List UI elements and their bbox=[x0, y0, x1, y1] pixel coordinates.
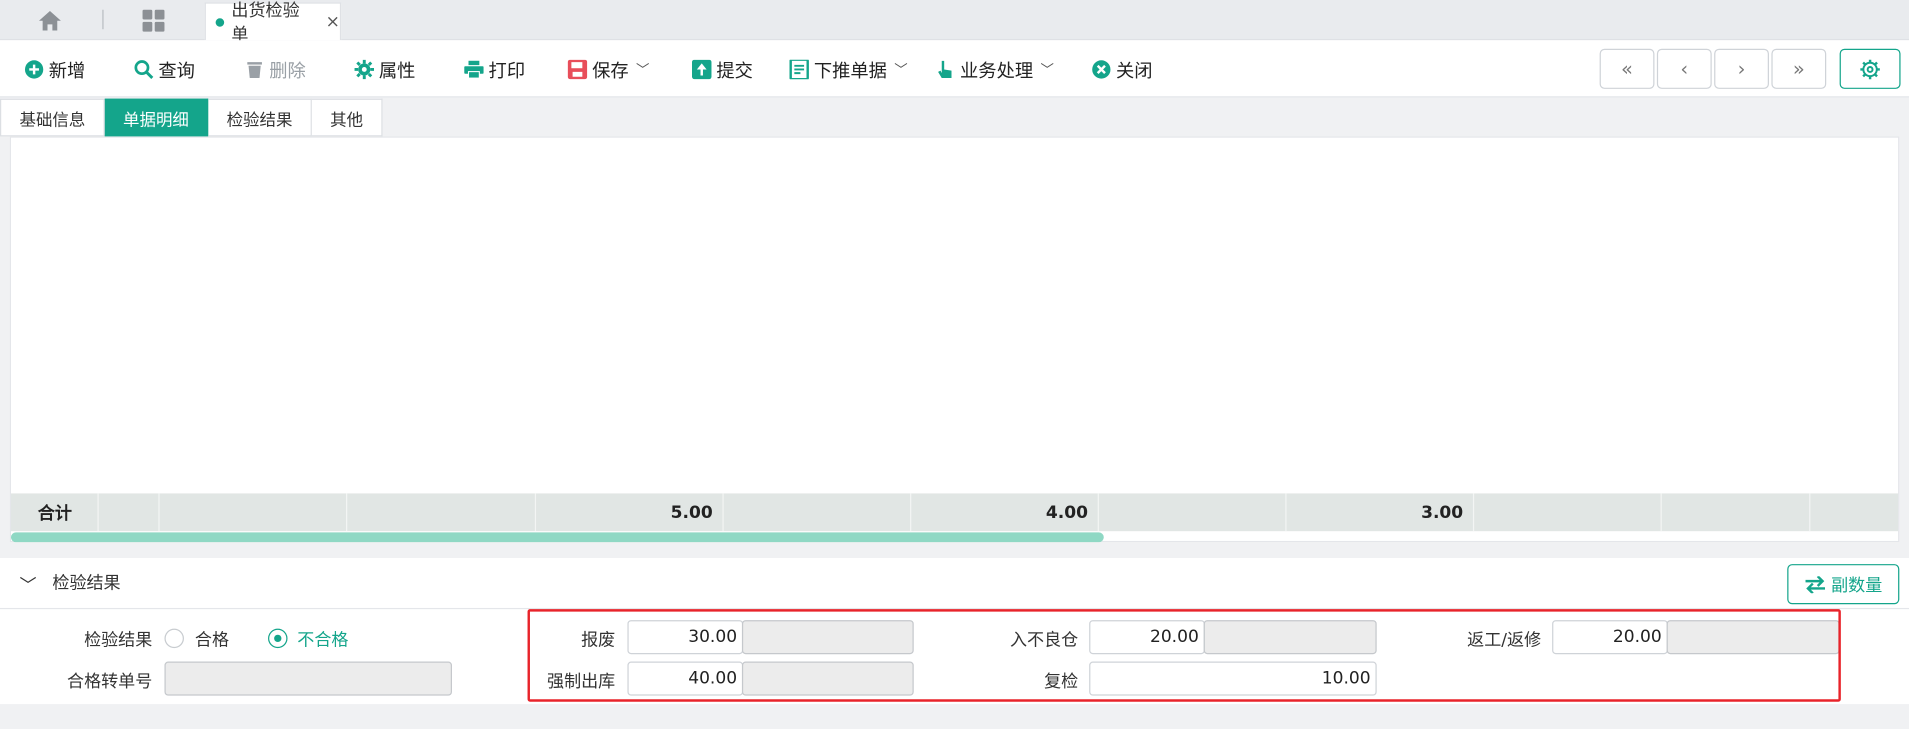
first-record-button[interactable]: « bbox=[1599, 48, 1655, 89]
section-title: 检验结果 bbox=[52, 573, 121, 594]
chevron-down-icon[interactable]: ﹀ bbox=[1040, 60, 1053, 79]
section-header: ﹀ 检验结果 副数量 bbox=[0, 558, 1909, 610]
document-icon bbox=[789, 59, 809, 80]
submit-label: 提交 bbox=[716, 59, 753, 82]
search-icon bbox=[134, 60, 154, 80]
totals-cell bbox=[1662, 493, 1811, 532]
next-record-button[interactable]: › bbox=[1714, 48, 1769, 89]
inspection-section: ﹀ 检验结果 副数量 检验结果 合格 不合格 报废 30.00 入不良仓 20.… bbox=[0, 557, 1909, 705]
add-button[interactable]: 新增 bbox=[24, 55, 85, 84]
business-label: 业务处理 bbox=[960, 59, 1034, 82]
detail-grid: 合计 5.00 4.00 3.00 bbox=[9, 136, 1900, 543]
delete-button[interactable]: 删除 bbox=[245, 55, 306, 84]
tab-other[interactable]: 其他 bbox=[311, 98, 383, 137]
totals-cell bbox=[1099, 493, 1287, 532]
home-icon[interactable] bbox=[37, 10, 64, 32]
recheck-input[interactable]: 10.00 bbox=[1089, 661, 1377, 696]
close-circle-icon bbox=[1092, 60, 1111, 79]
bottom-band bbox=[0, 704, 1909, 725]
bad-warehouse-label: 入不良仓 bbox=[1009, 631, 1079, 651]
pass-label[interactable]: 合格 bbox=[195, 627, 229, 651]
properties-button[interactable]: 属性 bbox=[354, 55, 416, 84]
totals-cell bbox=[1474, 493, 1662, 532]
print-label: 打印 bbox=[488, 59, 526, 82]
hand-pointer-icon bbox=[936, 60, 955, 79]
chevron-down-icon[interactable]: ﹀ bbox=[894, 60, 907, 79]
delete-label: 删除 bbox=[269, 59, 306, 82]
totals-cell: 4.00 bbox=[911, 493, 1099, 532]
settings-gear-icon bbox=[1860, 59, 1880, 79]
tab-divider bbox=[102, 9, 104, 30]
double-chevron-right-icon: » bbox=[1792, 57, 1805, 81]
settings-button[interactable] bbox=[1839, 48, 1901, 89]
rework-label: 返工/返修 bbox=[1467, 631, 1542, 651]
close-tab-icon[interactable]: × bbox=[326, 12, 340, 31]
fail-label[interactable]: 不合格 bbox=[297, 627, 348, 651]
forced-outbound-secondary-input bbox=[741, 661, 914, 696]
chevron-left-icon: ‹ bbox=[1680, 57, 1689, 81]
secondary-quantity-label: 副数量 bbox=[1831, 575, 1883, 596]
totals-row: 合计 5.00 4.00 3.00 bbox=[10, 493, 1899, 532]
horizontal-scrollbar[interactable] bbox=[10, 532, 1104, 543]
plus-circle-icon bbox=[24, 60, 44, 79]
close-button[interactable]: 关闭 bbox=[1092, 55, 1153, 84]
bad-warehouse-secondary-input bbox=[1203, 620, 1377, 655]
close-label: 关闭 bbox=[1115, 59, 1153, 82]
submit-button[interactable]: 提交 bbox=[691, 55, 753, 84]
transfer-no-input bbox=[164, 661, 452, 696]
secondary-quantity-button[interactable]: 副数量 bbox=[1787, 564, 1900, 605]
result-label: 检验结果 bbox=[84, 631, 153, 651]
scrap-input[interactable]: 30.00 bbox=[627, 620, 744, 655]
tab-document-detail[interactable]: 单据明细 bbox=[104, 98, 209, 137]
save-label: 保存 bbox=[592, 59, 629, 82]
push-down-label: 下推单据 bbox=[813, 59, 887, 82]
last-record-button[interactable]: » bbox=[1771, 48, 1827, 89]
upload-icon bbox=[691, 59, 712, 80]
prev-record-button[interactable]: ‹ bbox=[1656, 48, 1712, 89]
printer-icon bbox=[464, 60, 484, 79]
active-dot-icon bbox=[215, 17, 225, 27]
add-label: 新增 bbox=[48, 59, 86, 82]
totals-label: 合计 bbox=[11, 493, 99, 532]
properties-label: 属性 bbox=[378, 59, 416, 82]
totals-cell bbox=[347, 493, 537, 532]
trash-icon bbox=[245, 60, 264, 79]
forced-outbound-label: 强制出库 bbox=[547, 672, 616, 692]
save-button[interactable]: 保存 ﹀ bbox=[567, 55, 649, 84]
push-down-button[interactable]: 下推单据 ﹀ bbox=[789, 55, 908, 84]
totals-cell: 5.00 bbox=[536, 493, 724, 532]
scrap-label: 报废 bbox=[581, 631, 616, 651]
totals-cell bbox=[160, 493, 348, 532]
totals-cell bbox=[724, 493, 912, 532]
chevron-down-icon[interactable]: ﹀ bbox=[636, 60, 649, 79]
query-label: 查询 bbox=[158, 59, 195, 82]
business-button[interactable]: 业务处理 ﹀ bbox=[936, 55, 1054, 84]
tab-basic-info[interactable]: 基础信息 bbox=[0, 98, 105, 137]
tab-inspection-result[interactable]: 检验结果 bbox=[208, 98, 312, 137]
swap-icon bbox=[1805, 575, 1826, 593]
rework-secondary-input bbox=[1666, 620, 1840, 655]
chevron-down-icon[interactable]: ﹀ bbox=[19, 573, 36, 597]
transfer-no-label: 合格转单号 bbox=[67, 672, 153, 692]
apps-grid-icon[interactable] bbox=[142, 9, 165, 32]
gear-icon bbox=[354, 59, 375, 80]
print-button[interactable]: 打印 bbox=[464, 55, 525, 84]
forced-outbound-input[interactable]: 40.00 bbox=[627, 661, 744, 696]
fail-radio[interactable] bbox=[268, 628, 288, 649]
bad-warehouse-input[interactable]: 20.00 bbox=[1089, 620, 1205, 655]
sub-tabs: 基础信息 单据明细 检验结果 其他 bbox=[0, 98, 383, 137]
pass-radio[interactable] bbox=[164, 628, 184, 649]
totals-cell: 3.00 bbox=[1287, 493, 1475, 532]
chevron-right-icon: › bbox=[1737, 57, 1746, 81]
tab-strip: 出货检验单 × bbox=[0, 0, 1909, 45]
toolbar: 新增 查询 删除 属性 打印 保存 ﹀ 提交 下推单据 ﹀ 业务处理 ﹀ 关闭 … bbox=[0, 40, 1909, 98]
save-icon bbox=[567, 59, 588, 80]
scrap-secondary-input bbox=[741, 620, 914, 655]
app-window: 出货检验单 × 新增 查询 删除 属性 打印 保存 ﹀ 提交 下推单据 ﹀ 业务… bbox=[0, 0, 1909, 725]
rework-input[interactable]: 20.00 bbox=[1552, 620, 1668, 655]
double-chevron-left-icon: « bbox=[1621, 57, 1633, 81]
query-button[interactable]: 查询 bbox=[134, 55, 195, 84]
doc-tab[interactable]: 出货检验单 × bbox=[204, 1, 342, 45]
recheck-label: 复检 bbox=[1044, 672, 1079, 692]
